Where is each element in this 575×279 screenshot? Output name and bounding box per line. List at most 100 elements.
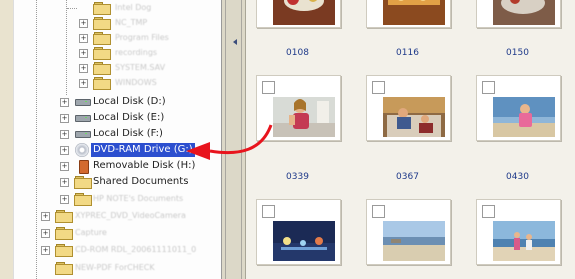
select-checkbox[interactable] bbox=[262, 81, 275, 94]
tree-item-label: Intel Dog bbox=[115, 3, 152, 12]
photo-thumbnail bbox=[273, 221, 335, 261]
thumbnail-label: 0150 bbox=[506, 48, 529, 58]
expand-icon[interactable]: + bbox=[60, 178, 69, 187]
expand-icon[interactable]: + bbox=[41, 229, 50, 238]
folder-icon bbox=[93, 17, 111, 30]
tree-item-folder-2[interactable]: + Program Files bbox=[29, 31, 221, 45]
photo-thumbnail bbox=[383, 0, 445, 25]
thumbnail-card[interactable] bbox=[256, 0, 341, 28]
photo-thumbnail bbox=[383, 97, 445, 137]
hard-drive-icon bbox=[75, 114, 91, 122]
tree-item-label: recordings bbox=[115, 48, 158, 57]
thumbnail-card[interactable] bbox=[366, 199, 451, 265]
photo-thumbnail bbox=[493, 221, 555, 261]
tree-item-folder-4[interactable]: + SYSTEM.SAV bbox=[29, 61, 221, 75]
tree-item-folder-15[interactable]: + CD-ROM RDL_20061111011_0 bbox=[29, 243, 221, 257]
tree-item-folder-3[interactable]: + recordings bbox=[29, 46, 221, 60]
tree-item-label: XYPREC_DVD_VideoCamera bbox=[75, 211, 186, 220]
expand-icon[interactable]: + bbox=[79, 79, 88, 88]
expand-icon[interactable]: + bbox=[60, 146, 69, 155]
tree-item-local-disk-e[interactable]: + Local Disk (E:) bbox=[29, 111, 221, 125]
thumbnail-card[interactable] bbox=[256, 75, 341, 141]
folder-icon bbox=[93, 77, 111, 90]
tree-item-label: Program Files bbox=[115, 33, 169, 42]
tree-item-folder-0[interactable]: Intel Dog bbox=[29, 1, 221, 15]
photo-thumbnail bbox=[273, 0, 335, 25]
hard-drive-icon bbox=[75, 98, 91, 106]
tree-item-label: Local Disk (F:) bbox=[93, 128, 163, 139]
photo-thumbnail bbox=[493, 0, 555, 25]
thumbnail-card[interactable] bbox=[366, 75, 451, 141]
expand-icon[interactable]: + bbox=[60, 195, 69, 204]
thumbnail-label: 0367 bbox=[396, 172, 419, 182]
tree-item-local-disk-d[interactable]: + Local Disk (D:) bbox=[29, 95, 221, 109]
thumbnail-card[interactable] bbox=[256, 199, 341, 265]
thumbnail-card[interactable] bbox=[366, 0, 451, 28]
hard-drive-icon bbox=[75, 130, 91, 138]
expand-icon[interactable]: + bbox=[79, 64, 88, 73]
tree-item-user-documents[interactable]: + HP NOTE's Documents bbox=[29, 192, 221, 206]
tree-item-label: SYSTEM.SAV bbox=[115, 63, 166, 72]
expand-icon[interactable]: + bbox=[79, 49, 88, 58]
tree-item-label: Local Disk (D:) bbox=[93, 96, 166, 107]
folder-icon bbox=[55, 262, 73, 275]
folder-icon bbox=[93, 47, 111, 60]
tree-item-folder-14[interactable]: + Capture bbox=[29, 226, 221, 240]
tree-item-label: WINDOWS bbox=[115, 78, 157, 87]
expand-icon[interactable]: + bbox=[60, 98, 69, 107]
thumbnail-pane[interactable]: 0108 0116 0150 0339 0367 0430 bbox=[246, 0, 575, 279]
tree-item-label: Removable Disk (H:) bbox=[93, 160, 196, 171]
thumbnail-label: 0339 bbox=[286, 172, 309, 182]
tree-item-shared-documents[interactable]: + Shared Documents bbox=[29, 175, 221, 189]
tree-item-folder-13[interactable]: + XYPREC_DVD_VideoCamera bbox=[29, 209, 221, 223]
collapse-arrow-icon[interactable] bbox=[233, 39, 237, 45]
expand-icon[interactable]: + bbox=[60, 114, 69, 123]
photo-thumbnail bbox=[273, 97, 335, 137]
folder-tree-pane[interactable]: Intel Dog + NC_TMP + Program Files + rec… bbox=[13, 0, 222, 279]
tree-item-label: CD-ROM RDL_20061111011_0 bbox=[75, 245, 197, 254]
folder-icon bbox=[74, 193, 92, 206]
folder-icon bbox=[93, 2, 111, 15]
tree-item-label-selected: DVD-RAM Drive (G:) bbox=[91, 143, 195, 157]
expand-icon[interactable]: + bbox=[60, 162, 69, 171]
thumbnail-card[interactable] bbox=[476, 0, 561, 28]
tree-item-label: NEW-PDF ForCHECK bbox=[75, 263, 155, 272]
explorer-window: Intel Dog + NC_TMP + Program Files + rec… bbox=[0, 0, 575, 279]
tree-item-folder-16[interactable]: NEW-PDF ForCHECK bbox=[29, 261, 221, 275]
removable-disk-icon bbox=[79, 160, 89, 174]
select-checkbox[interactable] bbox=[262, 205, 275, 218]
photo-thumbnail bbox=[493, 97, 555, 137]
photo-thumbnail bbox=[383, 221, 445, 261]
thumbnail-label: 0108 bbox=[286, 48, 309, 58]
folder-icon bbox=[74, 176, 92, 189]
tree-item-label: Local Disk (E:) bbox=[93, 112, 165, 123]
expand-icon[interactable]: + bbox=[79, 34, 88, 43]
tree-item-label: Capture bbox=[75, 228, 107, 237]
tree-item-label: HP NOTE's Documents bbox=[93, 194, 184, 203]
tree-item-label: NC_TMP bbox=[115, 18, 148, 27]
folder-icon bbox=[55, 244, 73, 257]
tree-item-removable-disk[interactable]: + Removable Disk (H:) bbox=[29, 159, 221, 174]
tree-item-folder-5[interactable]: + WINDOWS bbox=[29, 76, 221, 90]
tree-item-dvd-ram-drive[interactable]: + DVD-RAM Drive (G:) bbox=[29, 143, 221, 157]
expand-icon[interactable]: + bbox=[79, 19, 88, 28]
tree-item-folder-1[interactable]: + NC_TMP bbox=[29, 16, 221, 30]
folder-icon bbox=[55, 227, 73, 240]
folder-icon bbox=[93, 62, 111, 75]
select-checkbox[interactable] bbox=[482, 81, 495, 94]
select-checkbox[interactable] bbox=[372, 81, 385, 94]
thumbnail-card[interactable] bbox=[476, 199, 561, 265]
expand-icon[interactable]: + bbox=[60, 130, 69, 139]
thumbnail-label: 0430 bbox=[506, 172, 529, 182]
tree-item-label: Shared Documents bbox=[93, 176, 189, 187]
select-checkbox[interactable] bbox=[372, 205, 385, 218]
thumbnail-card[interactable] bbox=[476, 75, 561, 141]
expand-icon[interactable]: + bbox=[41, 212, 50, 221]
thumbnail-label: 0116 bbox=[396, 48, 419, 58]
folder-icon bbox=[55, 210, 73, 223]
tree-item-local-disk-f[interactable]: + Local Disk (F:) bbox=[29, 127, 221, 141]
select-checkbox[interactable] bbox=[482, 205, 495, 218]
expand-icon[interactable]: + bbox=[41, 246, 50, 255]
folder-icon bbox=[93, 32, 111, 45]
pane-splitter[interactable] bbox=[222, 0, 246, 279]
